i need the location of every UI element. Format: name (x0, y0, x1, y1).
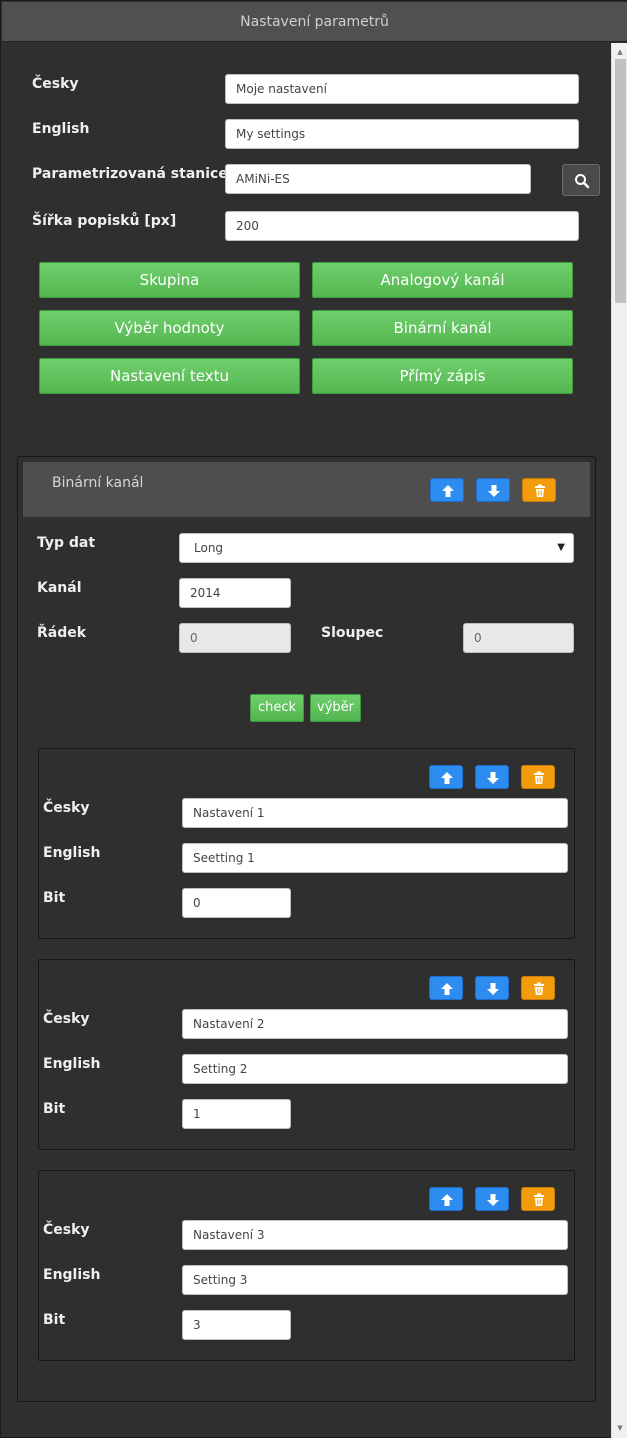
add-text-setting-button[interactable]: Nastavení textu (39, 358, 300, 394)
scroll-down-arrow-icon[interactable]: ▼ (612, 1421, 627, 1435)
data-type-select[interactable]: Long ▼ (179, 533, 574, 563)
item-delete-button[interactable] (521, 765, 555, 789)
search-icon (575, 174, 590, 189)
item-bit-label: Bit (43, 1101, 66, 1117)
item-bit-input[interactable]: 3 (182, 1310, 291, 1340)
row-input: 0 (179, 623, 291, 653)
arrow-up-icon (441, 983, 453, 995)
item-move-up-button[interactable] (429, 976, 463, 1000)
scroll-up-arrow-icon[interactable]: ▲ (612, 45, 627, 59)
item-move-up-button[interactable] (429, 1187, 463, 1211)
item-english-label: English (43, 845, 101, 861)
arrow-down-icon (487, 983, 499, 995)
label-width-input[interactable]: 200 (225, 211, 579, 241)
item-english-input[interactable]: Setting 2 (182, 1054, 568, 1084)
station-label: Parametrizovaná stanice (32, 166, 228, 182)
item-move-up-button[interactable] (429, 765, 463, 789)
item-cesky-input[interactable]: Nastavení 1 (182, 798, 568, 828)
settings-window: Nastavení parametrů ▲ ▼ Česky Moje nasta… (0, 0, 627, 1438)
window-title: Nastavení parametrů (2, 2, 627, 42)
trash-icon (534, 1193, 544, 1206)
station-input[interactable]: AMiNi-ES (225, 164, 531, 194)
check-button[interactable]: check (250, 694, 304, 722)
item-cesky-label: Česky (43, 1222, 90, 1238)
trash-icon (535, 484, 545, 497)
item-delete-button[interactable] (521, 976, 555, 1000)
arrow-down-icon (487, 1194, 499, 1206)
item-english-label: English (43, 1267, 101, 1283)
add-group-button[interactable]: Skupina (39, 262, 300, 298)
item-bit-input[interactable]: 1 (182, 1099, 291, 1129)
trash-icon (534, 982, 544, 995)
cesky-label: Česky (32, 76, 79, 92)
column-input: 0 (463, 623, 574, 653)
english-input[interactable]: My settings (225, 119, 579, 149)
scrollbar-thumb[interactable] (615, 59, 626, 303)
arrow-down-icon (487, 772, 499, 784)
panel-move-down-button[interactable] (476, 478, 510, 502)
vertical-scrollbar[interactable]: ▲ ▼ (611, 43, 627, 1438)
item-move-down-button[interactable] (475, 976, 509, 1000)
data-type-label: Typ dat (37, 535, 96, 551)
item-bit-label: Bit (43, 1312, 66, 1328)
add-binary-channel-button[interactable]: Binární kanál (312, 310, 573, 346)
item-english-input[interactable]: Setting 3 (182, 1265, 568, 1295)
chevron-down-icon: ▼ (557, 542, 565, 553)
binary-channel-title: Binární kanál (52, 475, 144, 491)
arrow-up-icon (442, 485, 454, 497)
row-label: Řádek (37, 625, 87, 641)
arrow-down-icon (488, 485, 500, 497)
item-move-down-button[interactable] (475, 1187, 509, 1211)
arrow-up-icon (441, 1194, 453, 1206)
label-width-label: Šířka popisků [px] (32, 213, 177, 229)
column-label: Sloupec (321, 625, 384, 641)
item-bit-label: Bit (43, 890, 66, 906)
item-move-down-button[interactable] (475, 765, 509, 789)
data-type-value: Long (194, 541, 224, 555)
trash-icon (534, 771, 544, 784)
item-cesky-label: Česky (43, 1011, 90, 1027)
add-analog-channel-button[interactable]: Analogový kanál (312, 262, 573, 298)
select-button[interactable]: výběr (310, 694, 361, 722)
english-label: English (32, 121, 90, 137)
item-cesky-label: Česky (43, 800, 90, 816)
item-english-input[interactable]: Seetting 1 (182, 843, 568, 873)
add-value-select-button[interactable]: Výběr hodnoty (39, 310, 300, 346)
station-search-button[interactable] (562, 164, 600, 196)
channel-label: Kanál (37, 580, 82, 596)
item-cesky-input[interactable]: Nastavení 2 (182, 1009, 568, 1039)
item-delete-button[interactable] (521, 1187, 555, 1211)
panel-move-up-button[interactable] (430, 478, 464, 502)
channel-input[interactable]: 2014 (179, 578, 291, 608)
item-cesky-input[interactable]: Nastavení 3 (182, 1220, 568, 1250)
cesky-input[interactable]: Moje nastavení (225, 74, 579, 104)
add-direct-write-button[interactable]: Přímý zápis (312, 358, 573, 394)
item-english-label: English (43, 1056, 101, 1072)
item-bit-input[interactable]: 0 (182, 888, 291, 918)
panel-delete-button[interactable] (522, 478, 556, 502)
arrow-up-icon (441, 772, 453, 784)
